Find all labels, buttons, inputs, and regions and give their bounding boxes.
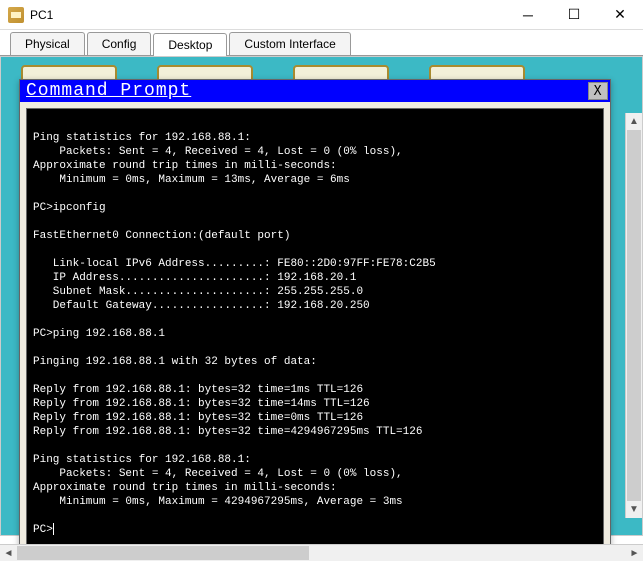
command-prompt-close-button[interactable]: X bbox=[588, 82, 608, 100]
terminal-cursor bbox=[53, 523, 54, 535]
scroll-left-icon[interactable]: ◄ bbox=[0, 545, 17, 561]
scroll-down-icon[interactable]: ▼ bbox=[626, 501, 642, 518]
tab-desktop[interactable]: Desktop bbox=[153, 33, 227, 56]
vertical-scroll-track[interactable] bbox=[626, 130, 642, 501]
command-prompt-titlebar: Command Prompt X bbox=[20, 80, 610, 102]
vertical-scrollbar[interactable]: ▲ ▼ bbox=[625, 113, 642, 518]
maximize-button[interactable]: ☐ bbox=[551, 0, 597, 29]
scroll-right-icon[interactable]: ► bbox=[626, 545, 643, 561]
command-prompt-terminal[interactable]: Ping statistics for 192.168.88.1: Packet… bbox=[26, 108, 604, 548]
command-prompt-title: Command Prompt bbox=[26, 81, 588, 101]
window-controls: ─ ☐ ✕ bbox=[505, 0, 643, 29]
horizontal-scroll-track[interactable] bbox=[17, 545, 626, 561]
window-titlebar: PC1 ─ ☐ ✕ bbox=[0, 0, 643, 30]
vertical-scroll-thumb[interactable] bbox=[627, 130, 641, 501]
window-title: PC1 bbox=[30, 8, 505, 22]
tab-config[interactable]: Config bbox=[87, 32, 152, 55]
desktop-workspace: Command Prompt X Ping statistics for 192… bbox=[0, 56, 643, 536]
tab-bar: Physical Config Desktop Custom Interface bbox=[0, 30, 643, 56]
tab-physical[interactable]: Physical bbox=[10, 32, 85, 55]
scroll-up-icon[interactable]: ▲ bbox=[626, 113, 642, 130]
close-button[interactable]: ✕ bbox=[597, 0, 643, 29]
minimize-button[interactable]: ─ bbox=[505, 0, 551, 29]
horizontal-scrollbar[interactable]: ◄ ► bbox=[0, 544, 643, 561]
horizontal-scroll-thumb[interactable] bbox=[17, 546, 309, 560]
tab-custom-interface[interactable]: Custom Interface bbox=[229, 32, 350, 55]
command-prompt-frame: Ping statistics for 192.168.88.1: Packet… bbox=[20, 102, 610, 554]
command-prompt-window: Command Prompt X Ping statistics for 192… bbox=[19, 79, 611, 555]
app-icon bbox=[8, 7, 24, 23]
